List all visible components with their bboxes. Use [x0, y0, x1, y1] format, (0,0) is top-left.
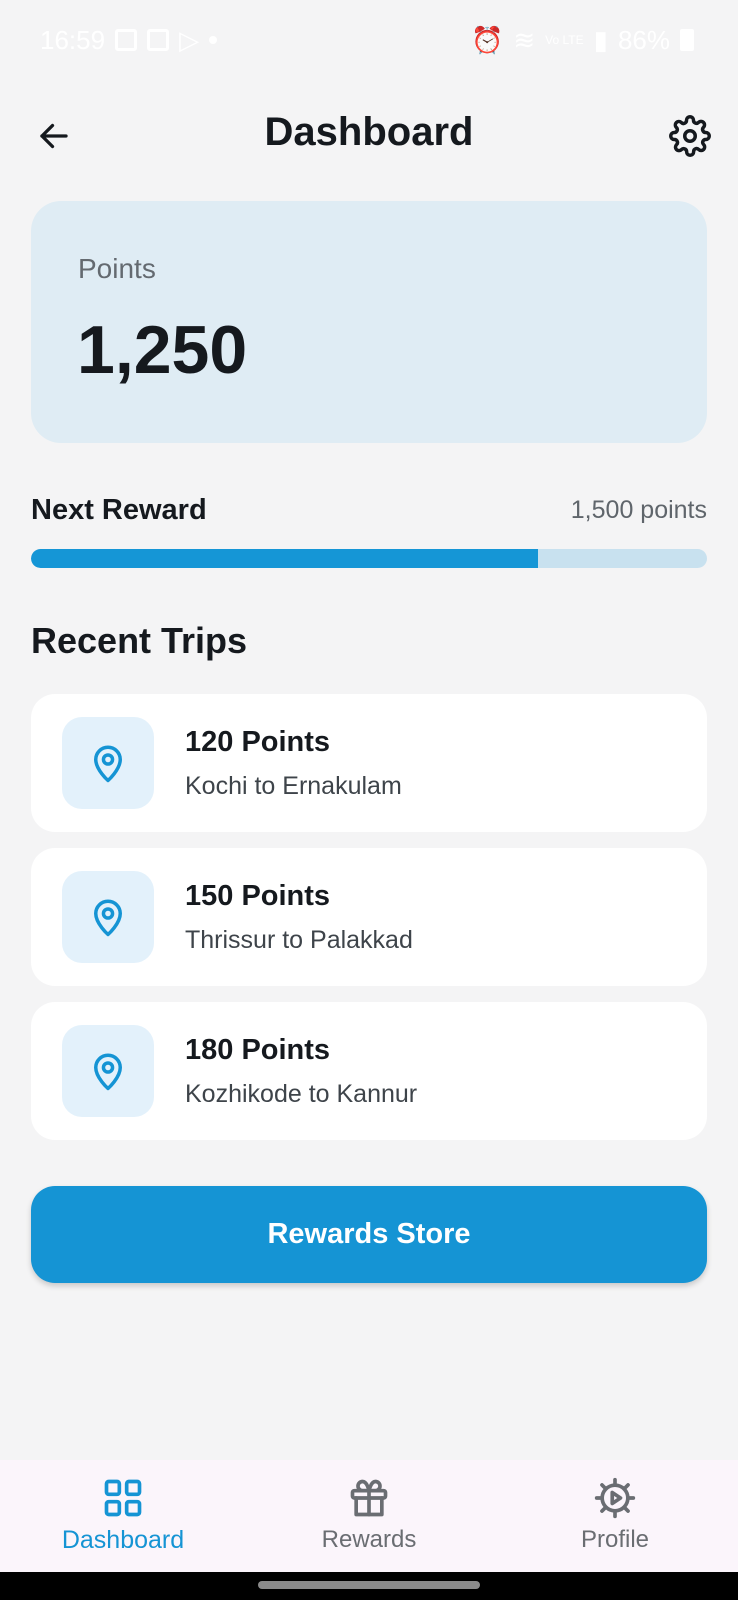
rewards-store-button[interactable]: Rewards Store	[31, 1186, 707, 1283]
nav-item-profile[interactable]: Profile	[492, 1460, 738, 1572]
next-reward-target: 1,500 points	[570, 496, 707, 524]
status-time: 16:59	[40, 24, 106, 55]
trip-route: Kochi to Ernakulam	[185, 772, 402, 800]
trip-card[interactable]: 180 Points Kozhikode to Kannur	[31, 1002, 707, 1140]
gear-play-icon	[594, 1477, 636, 1519]
gesture-handle[interactable]	[258, 1581, 480, 1589]
nav-item-dashboard[interactable]: Dashboard	[0, 1460, 246, 1572]
next-reward-row: Next Reward 1,500 points	[31, 494, 707, 534]
nav-item-rewards[interactable]: Rewards	[246, 1460, 492, 1572]
map-pin-icon	[94, 899, 122, 937]
points-card: Points 1,250	[31, 201, 707, 443]
gear-icon	[669, 115, 711, 157]
battery-percent: 86%	[617, 24, 670, 55]
app-bar: Dashboard	[0, 80, 738, 190]
map-pin-icon	[94, 1053, 122, 1091]
page-title: Dashboard	[264, 110, 474, 154]
gallery-icon	[115, 29, 138, 51]
trip-points: 150 Points	[185, 880, 331, 912]
gesture-bar	[0, 1572, 738, 1600]
nav-label-rewards: Rewards	[321, 1526, 417, 1553]
next-reward-label: Next Reward	[31, 494, 207, 526]
notification-dot-icon	[209, 36, 218, 44]
points-label: Points	[78, 253, 156, 284]
trip-icon-box	[62, 871, 154, 963]
trip-card[interactable]: 150 Points Thrissur to Palakkad	[31, 848, 707, 986]
trip-icon-box	[62, 1025, 154, 1117]
check-icon	[147, 29, 170, 51]
network-label: Vo LTE	[545, 33, 584, 47]
trip-route: Kozhikode to Kannur	[185, 1080, 418, 1108]
battery-icon	[680, 29, 694, 51]
trip-points: 180 Points	[185, 1034, 331, 1066]
signal-icon: ▮	[593, 24, 608, 55]
status-right: ⏰ ≋ Vo LTE ▮ 86%	[471, 25, 694, 56]
trip-route: Thrissur to Palakkad	[185, 926, 413, 954]
play-store-icon: ▷	[179, 24, 200, 55]
reward-progress-fill	[31, 549, 538, 568]
recent-trips-title: Recent Trips	[31, 620, 248, 661]
alarm-icon: ⏰	[471, 24, 504, 55]
trip-points: 120 Points	[185, 726, 331, 758]
nav-label-profile: Profile	[580, 1526, 650, 1553]
reward-progress-bar	[31, 549, 707, 568]
trip-icon-box	[62, 717, 154, 809]
bottom-nav: Dashboard Rewards Profile	[0, 1460, 738, 1572]
points-value: 1,250	[77, 312, 248, 388]
nav-label-dashboard: Dashboard	[61, 1526, 185, 1554]
gift-icon	[350, 1479, 388, 1517]
status-left: 16:59 ▷	[40, 24, 218, 56]
grid-icon	[104, 1479, 142, 1517]
map-pin-icon	[94, 745, 122, 783]
status-bar: 16:59 ▷ ⏰ ≋ Vo LTE ▮ 86%	[0, 0, 738, 80]
wifi-icon: ≋	[513, 24, 536, 55]
trip-card[interactable]: 120 Points Kochi to Ernakulam	[31, 694, 707, 832]
settings-button[interactable]	[666, 112, 714, 160]
